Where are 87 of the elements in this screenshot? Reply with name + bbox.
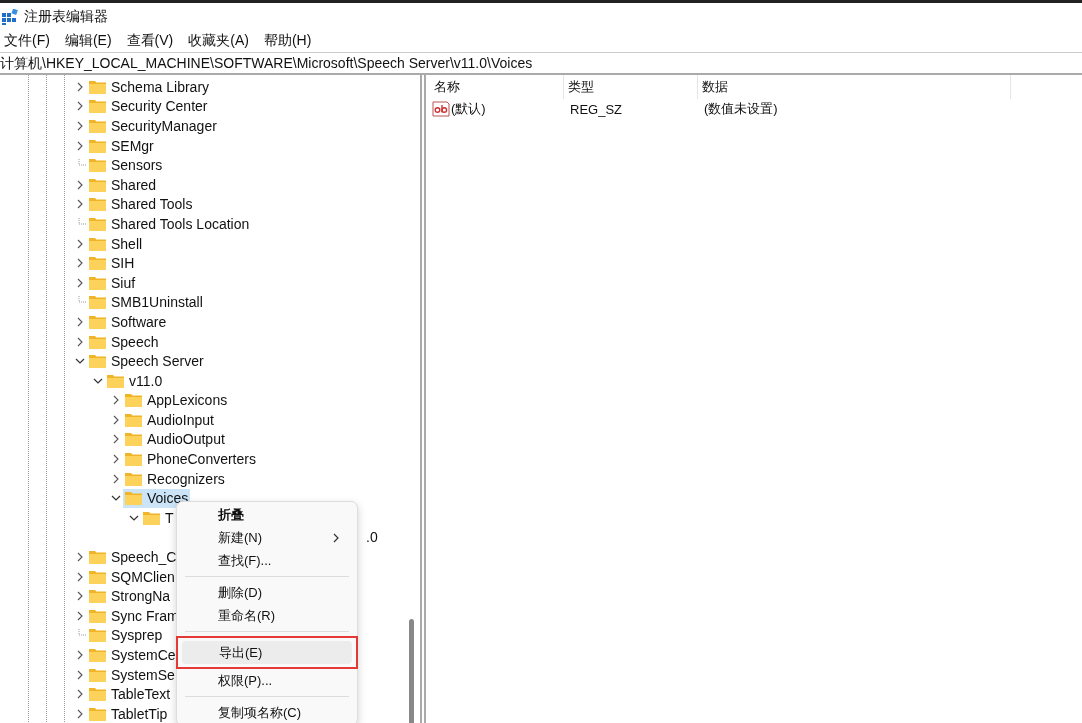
table-cell-text: (数值未设置) bbox=[703, 100, 779, 118]
folder-icon bbox=[89, 197, 106, 212]
menu-item[interactable]: 帮助(H) bbox=[263, 32, 312, 50]
tree-item[interactable]: SMB1Uninstall bbox=[87, 292, 205, 312]
tree-item[interactable]: Shared Tools Location bbox=[87, 214, 252, 234]
tree-item[interactable]: SecurityManager bbox=[87, 116, 219, 136]
tree-item[interactable]: Speech bbox=[87, 332, 161, 351]
tree-item[interactable]: SEMgr bbox=[87, 136, 156, 156]
tree-item[interactable]: Shell bbox=[87, 234, 145, 254]
folder-icon bbox=[89, 158, 106, 173]
table-cell-text: REG_SZ bbox=[569, 101, 623, 117]
folder-icon bbox=[89, 569, 106, 584]
tree-item[interactable]: Siuf bbox=[87, 273, 138, 293]
folder-icon bbox=[89, 334, 106, 349]
folder-icon bbox=[89, 138, 106, 153]
menu-item[interactable]: 文件(F) bbox=[4, 32, 50, 50]
menu-item[interactable]: 编辑(E) bbox=[64, 32, 112, 50]
tree-item[interactable]: AudioOutput bbox=[123, 430, 227, 449]
folder-icon bbox=[125, 452, 142, 467]
tree-item[interactable]: T bbox=[141, 508, 176, 528]
tree-item[interactable]: Software bbox=[87, 312, 169, 332]
scrollbar-thumb[interactable] bbox=[409, 619, 414, 723]
folder-icon bbox=[125, 432, 142, 447]
menu-item[interactable]: 权限(P)... bbox=[181, 669, 353, 692]
menu-item[interactable]: 收藏夹(A) bbox=[188, 32, 249, 50]
folder-icon bbox=[89, 314, 106, 329]
tree-item[interactable]: SystemSe bbox=[87, 665, 177, 685]
tree-item[interactable]: AudioInput bbox=[123, 410, 216, 430]
chevron-right-icon bbox=[331, 532, 341, 544]
folder-icon bbox=[89, 687, 106, 702]
folder-icon bbox=[143, 510, 160, 525]
menu-item[interactable]: 复制项名称(C) bbox=[181, 701, 353, 723]
folder-icon bbox=[89, 648, 106, 662]
folder-icon bbox=[89, 354, 106, 369]
tree-item[interactable]: Shared bbox=[87, 175, 159, 195]
menu-item[interactable]: 导出(E) bbox=[182, 641, 352, 664]
folder-icon bbox=[89, 667, 106, 682]
table-cell: (默认) bbox=[451, 100, 486, 118]
folder-icon bbox=[89, 216, 106, 231]
tree-item[interactable]: TabletTip bbox=[87, 704, 170, 723]
folder-icon bbox=[107, 373, 124, 388]
menu-item[interactable]: 新建(N) bbox=[181, 526, 353, 549]
tree-item[interactable]: AppLexicons bbox=[123, 390, 230, 410]
folder-icon bbox=[89, 79, 106, 94]
tree-item[interactable]: Recognizers bbox=[123, 469, 227, 489]
tree-item[interactable]: Shared Tools bbox=[87, 194, 195, 214]
tree-item[interactable]: .0 bbox=[366, 529, 378, 546]
folder-icon bbox=[89, 706, 106, 721]
folder-icon bbox=[89, 275, 106, 290]
folder-icon bbox=[89, 628, 106, 643]
tree-item[interactable]: TableText bbox=[87, 684, 173, 704]
folder-icon bbox=[89, 550, 106, 565]
folder-icon bbox=[89, 589, 106, 604]
menu-item[interactable]: 查找(F)... bbox=[181, 549, 353, 572]
menu-item[interactable]: 删除(D) bbox=[181, 581, 353, 604]
folder-icon bbox=[125, 491, 142, 506]
folder-icon bbox=[125, 471, 142, 486]
tree-item[interactable]: SystemCe bbox=[87, 645, 178, 665]
folder-icon bbox=[125, 412, 142, 427]
tree-item[interactable]: StrongNa bbox=[87, 586, 173, 606]
folder-icon bbox=[125, 393, 142, 408]
string-value-icon bbox=[432, 101, 450, 117]
tree-item[interactable]: Schema Library bbox=[87, 77, 212, 97]
window-title: 注册表编辑器 bbox=[24, 7, 108, 26]
column-header[interactable]: 类型 bbox=[564, 75, 698, 99]
tree-item[interactable]: v11.0 bbox=[105, 371, 165, 391]
column-header[interactable]: 数据 bbox=[698, 75, 1011, 99]
folder-icon bbox=[89, 295, 106, 310]
tree-item[interactable]: SQMClien bbox=[87, 567, 177, 587]
tree-item[interactable]: Security Center bbox=[87, 96, 210, 116]
folder-icon bbox=[89, 608, 106, 623]
folder-icon bbox=[89, 119, 106, 133]
folder-icon bbox=[89, 99, 106, 114]
menu-item[interactable]: 查看(V) bbox=[126, 32, 174, 50]
folder-icon bbox=[89, 177, 106, 192]
folder-icon bbox=[89, 236, 106, 251]
tree-item[interactable]: Speech_C bbox=[87, 547, 179, 567]
tree-item[interactable]: Sysprep bbox=[87, 625, 165, 645]
tree-item[interactable]: PhoneConverters bbox=[123, 449, 258, 469]
menu-item[interactable]: 重命名(R) bbox=[181, 604, 353, 627]
folder-icon bbox=[89, 256, 106, 271]
column-header[interactable]: 名称 bbox=[430, 75, 564, 99]
tree-item[interactable]: Speech Server bbox=[87, 351, 206, 371]
tree-item[interactable]: SIH bbox=[87, 253, 137, 273]
tree-item[interactable]: Sensors bbox=[87, 155, 165, 175]
registry-editor-icon bbox=[2, 8, 18, 25]
address-field[interactable]: 计算机\HKEY_LOCAL_MACHINE\SOFTWARE\Microsoft\Speech Server\v11.0\Voices bbox=[0, 52, 1082, 75]
